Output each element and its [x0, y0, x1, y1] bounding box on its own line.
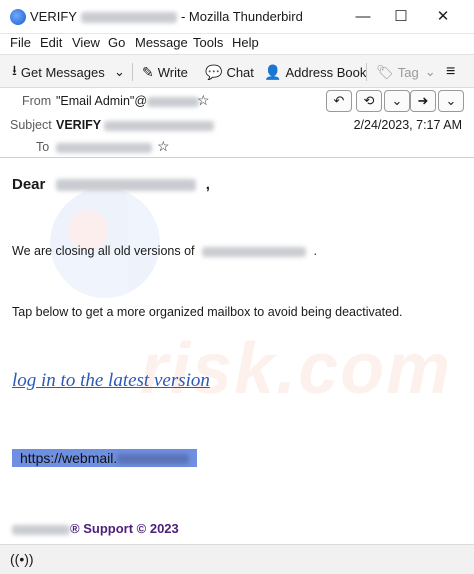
watermark-text: risk.com — [140, 329, 453, 409]
reply-all-icon: ⟲ — [363, 93, 375, 108]
chat-bubble-icon: 💬 — [205, 63, 223, 80]
chat-label: Chat — [226, 64, 254, 80]
chevron-down-icon: ⌄ — [391, 93, 403, 108]
redacted-sender — [80, 12, 177, 24]
menu-tools[interactable]: Tools — [193, 35, 223, 50]
get-messages-dropdown[interactable]: ⌄ — [114, 61, 125, 83]
closing-notice: We are closing all old versions of . — [12, 244, 317, 258]
menu-bar: File Edit View Go Message Tools Help — [0, 34, 474, 54]
get-messages-label: Get Messages — [20, 64, 105, 80]
star-icon[interactable]: ☆ — [197, 92, 210, 109]
get-messages-button[interactable]: ⭳ Get Messages — [12, 61, 105, 83]
instruction-text: Tap below to get a more organized mailbo… — [12, 305, 403, 319]
footer-registered-mark: ® — [70, 521, 80, 536]
watermark-logo — [50, 188, 160, 298]
closing-notice-period: . — [313, 244, 317, 258]
address-book-button[interactable]: 👤 Address Book — [264, 61, 366, 83]
more-actions-button[interactable]: ⌄ — [438, 90, 464, 112]
reply-button[interactable]: ↶ — [326, 90, 352, 112]
write-label: Write — [157, 64, 188, 80]
from-value[interactable]: "Email Admin"@ — [56, 94, 200, 108]
to-label: To — [36, 140, 50, 154]
address-book-icon: 👤 — [264, 63, 282, 80]
hamburger-menu-icon: ≡ — [446, 63, 456, 80]
window-title-prefix: VERIFY — [30, 9, 77, 24]
toolbar-divider — [366, 63, 367, 81]
greeting: Dear , — [12, 176, 210, 193]
download-icon: ⭳ — [12, 62, 17, 78]
window-title-suffix: - Mozilla Thunderbird — [180, 9, 303, 24]
reply-all-button[interactable]: ⟲ — [356, 90, 382, 112]
webmail-url-text: https://webmail. — [20, 450, 118, 466]
thunderbird-app-icon — [10, 9, 26, 25]
tag-label: Tag — [397, 64, 419, 80]
chat-button[interactable]: 💬 Chat — [205, 61, 254, 83]
footer: ® Support © 2023 — [12, 521, 179, 536]
close-button[interactable]: ✕ — [428, 4, 458, 30]
from-address: "Email Admin"@ — [56, 94, 148, 108]
message-body: risk.com Dear , We are closing all old v… — [0, 158, 474, 544]
star-icon[interactable]: ☆ — [157, 138, 170, 155]
to-value[interactable] — [56, 140, 152, 154]
redacted-recipient-name — [55, 179, 196, 192]
redacted-subject — [104, 120, 215, 131]
main-toolbar: ⭳ Get Messages ⌄ ✎ Write 💬 Chat 👤 Addres… — [0, 54, 474, 88]
menu-message[interactable]: Message — [135, 35, 188, 50]
menu-help[interactable]: Help — [232, 35, 259, 50]
subject-text: VERIFY — [56, 118, 101, 132]
toolbar-divider — [132, 63, 133, 81]
chevron-down-icon: ⌄ — [445, 93, 457, 108]
redacted-domain — [147, 96, 200, 107]
pencil-icon: ✎ — [142, 63, 154, 80]
reply-all-dropdown[interactable]: ⌄ — [384, 90, 410, 112]
app-menu-button[interactable]: ≡ — [446, 61, 455, 83]
message-header: From "Email Admin"@ ☆ ↶ ⟲ ⌄ ➜ ⌄ Subject … — [0, 88, 474, 158]
title-bar: VERIFY - Mozilla Thunderbird — ☐ ✕ — [0, 0, 474, 34]
from-label: From — [22, 94, 52, 108]
minimize-button[interactable]: — — [348, 4, 378, 30]
subject-label: Subject — [10, 118, 52, 132]
forward-button[interactable]: ➜ — [410, 90, 436, 112]
message-date: 2/24/2023, 7:17 AM — [353, 118, 462, 132]
tag-icon: 🏷 — [376, 63, 394, 80]
redacted-recipient — [56, 142, 152, 153]
redacted-domain — [117, 454, 190, 465]
forward-icon: ➜ — [417, 93, 429, 108]
write-button[interactable]: ✎ Write — [142, 61, 188, 83]
wifi-broadcast-icon[interactable]: ((•)) — [10, 551, 34, 567]
footer-text: Support © 2023 — [83, 521, 179, 536]
webmail-url[interactable]: https://webmail. — [12, 449, 198, 467]
menu-edit[interactable]: Edit — [40, 35, 62, 50]
closing-notice-text: We are closing all old versions of — [12, 244, 195, 258]
greeting-comma: , — [205, 176, 210, 193]
status-bar: ((•)) — [0, 544, 474, 574]
chevron-down-icon: ⌄ — [424, 64, 436, 79]
window-title: VERIFY - Mozilla Thunderbird — [30, 9, 303, 24]
tag-button[interactable]: 🏷 Tag ⌄ — [376, 61, 436, 83]
chevron-down-icon: ⌄ — [114, 64, 125, 79]
subject-value: VERIFY — [56, 118, 215, 132]
login-link[interactable]: log in to the latest version — [12, 370, 210, 392]
address-book-label: Address Book — [285, 64, 367, 80]
menu-go[interactable]: Go — [108, 35, 125, 50]
reply-icon: ↶ — [333, 93, 345, 108]
redacted-company — [12, 524, 70, 535]
maximize-button[interactable]: ☐ — [386, 4, 416, 30]
greeting-text: Dear — [12, 176, 46, 193]
menu-view[interactable]: View — [72, 35, 100, 50]
menu-file[interactable]: File — [10, 35, 31, 50]
redacted-domain — [201, 246, 306, 257]
